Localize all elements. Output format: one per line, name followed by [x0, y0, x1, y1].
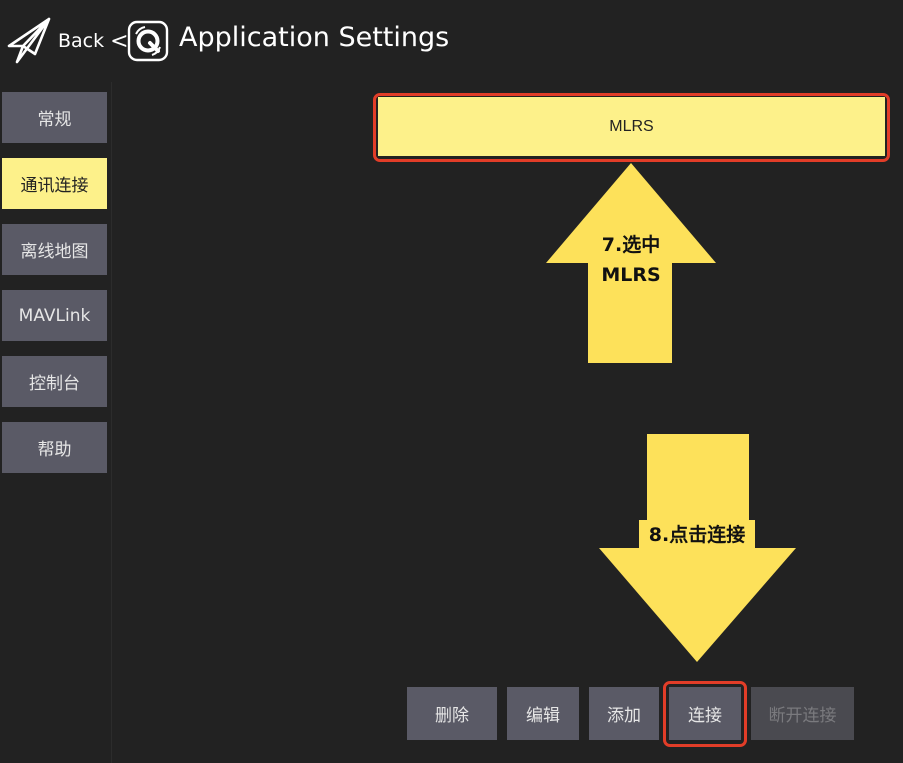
sidebar-item-label: 通讯连接 — [20, 176, 89, 196]
step7-line1: 7.选中 — [601, 234, 661, 256]
sidebar-item-label: 控制台 — [29, 374, 80, 394]
delete-button[interactable]: 删除 — [407, 687, 497, 740]
step7-annotation: 7.选中 MLRS — [546, 230, 716, 290]
app-logo-icon — [127, 20, 169, 62]
back-button[interactable]: Back < — [58, 24, 129, 58]
step8-annotation: 8.点击连接 — [639, 520, 755, 550]
connect-button[interactable]: 连接 — [669, 687, 741, 740]
link-item-mlrs[interactable]: MLRS — [378, 97, 885, 156]
disconnect-label: 断开连接 — [768, 706, 837, 726]
sidebar-item-general[interactable]: 常规 — [2, 92, 107, 143]
sidebar-item-label: 帮助 — [37, 440, 72, 460]
sidebar-divider — [111, 82, 112, 763]
paper-plane-icon — [7, 17, 51, 64]
add-label: 添加 — [607, 706, 641, 726]
page-title: Application Settings — [179, 22, 450, 53]
edit-label: 编辑 — [526, 706, 560, 726]
sidebar-item-label: 离线地图 — [20, 242, 89, 262]
edit-button[interactable]: 编辑 — [507, 687, 579, 740]
sidebar-item-offline-maps[interactable]: 离线地图 — [2, 224, 107, 275]
connect-label: 连接 — [688, 706, 722, 726]
disconnect-button[interactable]: 断开连接 — [751, 687, 854, 740]
sidebar-item-console[interactable]: 控制台 — [2, 356, 107, 407]
sidebar-item-label: 常规 — [37, 110, 72, 130]
step7-line2: MLRS — [601, 264, 661, 286]
header-bar: Back < Application Settings — [0, 0, 903, 82]
sidebar-item-mavlink[interactable]: MAVLink — [2, 290, 107, 341]
back-chevron: < — [110, 28, 129, 54]
back-label: Back — [58, 30, 105, 52]
add-button[interactable]: 添加 — [589, 687, 659, 740]
sidebar-item-help[interactable]: 帮助 — [2, 422, 107, 473]
sidebar-item-comm-links[interactable]: 通讯连接 — [2, 158, 107, 209]
link-item-label: MLRS — [609, 117, 654, 135]
sidebar-item-label: MAVLink — [18, 305, 91, 326]
delete-label: 删除 — [435, 706, 469, 726]
